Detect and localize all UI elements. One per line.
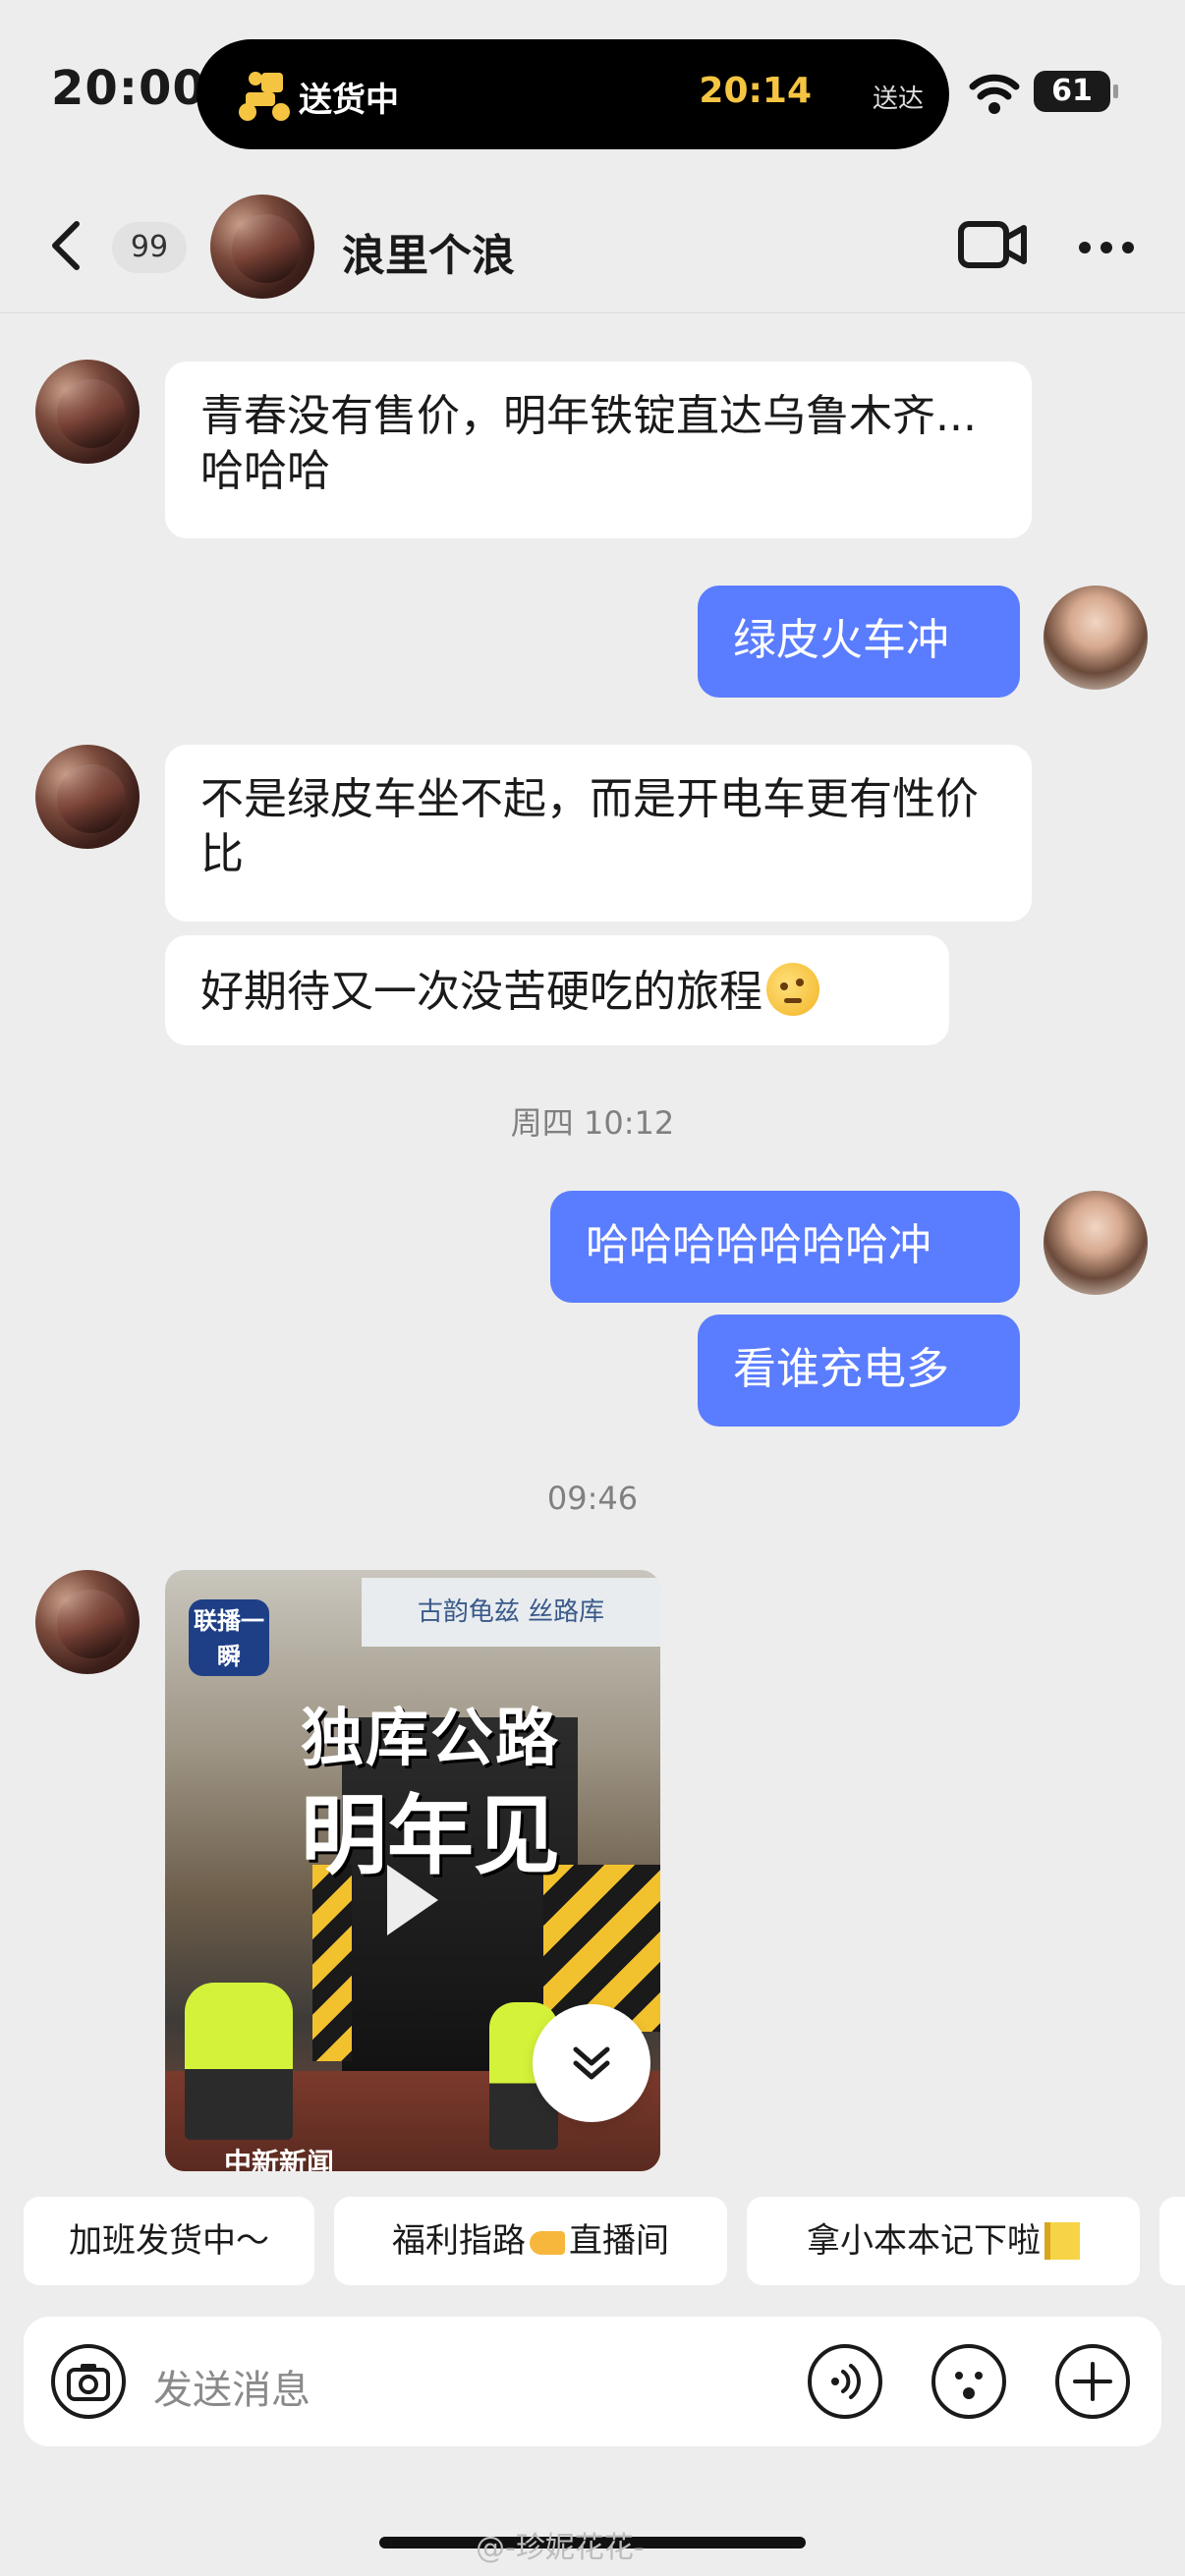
video-source-label: 中新新闻 xyxy=(224,2147,335,2171)
thinking-face-emoji-icon xyxy=(766,963,819,1016)
back-arrow-icon[interactable] xyxy=(49,218,83,273)
quick-reply-label: 直播间 xyxy=(569,2221,669,2261)
scroll-to-bottom-button[interactable] xyxy=(533,2004,650,2122)
message-bubble-incoming[interactable]: 青春没有售价，明年铁锭直达乌鲁木齐...哈哈哈 xyxy=(165,362,1032,538)
quick-reply-chip[interactable]: 加班发货中～ xyxy=(24,2197,314,2285)
quick-reply-bar: 加班发货中～ 福利指路 直播间 拿小本本记下啦 xyxy=(0,2197,1185,2287)
video-thumbnail-sign: 古韵龟兹 丝路库 xyxy=(362,1578,660,1647)
chat-timestamp: 09:46 xyxy=(546,1480,639,1517)
pointing-hand-emoji-icon xyxy=(530,2230,565,2255)
message-bubble-outgoing[interactable]: 绿皮火车冲 xyxy=(698,586,1020,698)
quick-reply-chip[interactable]: 福利指路 直播间 xyxy=(334,2197,727,2285)
video-call-icon[interactable] xyxy=(957,216,1028,273)
chat-timestamp: 周四 10:12 xyxy=(510,1104,675,1142)
watermark: @-珍妮花花- xyxy=(476,2531,645,2565)
delivery-live-activity[interactable]: 送货中 20:14 送达 xyxy=(197,39,949,149)
add-attachment-icon[interactable] xyxy=(1055,2344,1130,2419)
quick-reply-label: 加班发货中～ xyxy=(69,2221,269,2261)
message-bubble-outgoing[interactable]: 看谁充电多 xyxy=(698,1315,1020,1427)
contact-name[interactable]: 浪里个浪 xyxy=(342,220,515,283)
wifi-icon xyxy=(969,74,1020,114)
sender-avatar[interactable] xyxy=(35,745,140,849)
battery-indicator: 61 xyxy=(1034,71,1118,112)
play-icon[interactable] xyxy=(383,1861,442,1939)
emoji-picker-icon[interactable] xyxy=(931,2344,1006,2419)
sender-avatar[interactable] xyxy=(35,1570,140,1674)
video-thumbnail-officers xyxy=(185,1983,293,2140)
more-options-icon[interactable] xyxy=(1077,240,1136,255)
quick-reply-label: 拿小本本记下啦 xyxy=(807,2221,1041,2261)
delivery-scooter-icon xyxy=(239,72,290,121)
my-avatar[interactable] xyxy=(1044,586,1148,690)
my-avatar[interactable] xyxy=(1044,1191,1148,1295)
delivery-eta-suffix: 送达 xyxy=(872,84,924,114)
contact-avatar[interactable] xyxy=(210,195,314,299)
camera-icon[interactable] xyxy=(51,2344,126,2419)
video-thumbnail-barrier xyxy=(312,1865,352,2061)
quick-reply-chip[interactable] xyxy=(1159,2197,1185,2285)
message-bubble-incoming[interactable]: 不是绿皮车坐不起，而是开电车更有性价比 xyxy=(165,745,1032,922)
double-chevron-down-icon xyxy=(573,2046,610,2080)
quick-reply-label: 福利指路 xyxy=(392,2221,526,2261)
sender-avatar[interactable] xyxy=(35,360,140,464)
unread-count-badge[interactable]: 99 xyxy=(112,222,187,273)
video-headline-line1: 独库公路 xyxy=(301,1703,560,1775)
message-text: 好期待又一次没苦硬吃的旅程 xyxy=(200,967,762,1017)
quick-reply-chip[interactable]: 拿小本本记下啦 xyxy=(747,2197,1140,2285)
notebook-emoji-icon xyxy=(1044,2222,1080,2260)
delivery-eta-time: 20:14 xyxy=(699,71,812,111)
voice-input-icon[interactable] xyxy=(808,2344,882,2419)
message-bubble-outgoing[interactable]: 哈哈哈哈哈哈哈冲 xyxy=(550,1191,1020,1303)
video-source-logo: 联播一瞬 xyxy=(189,1599,269,1676)
message-bubble-incoming[interactable]: 好期待又一次没苦硬吃的旅程 xyxy=(165,935,949,1045)
status-time: 20:00 xyxy=(51,61,206,116)
delivery-status-label: 送货中 xyxy=(299,81,399,120)
message-input[interactable]: 发送消息 xyxy=(153,2358,310,2415)
